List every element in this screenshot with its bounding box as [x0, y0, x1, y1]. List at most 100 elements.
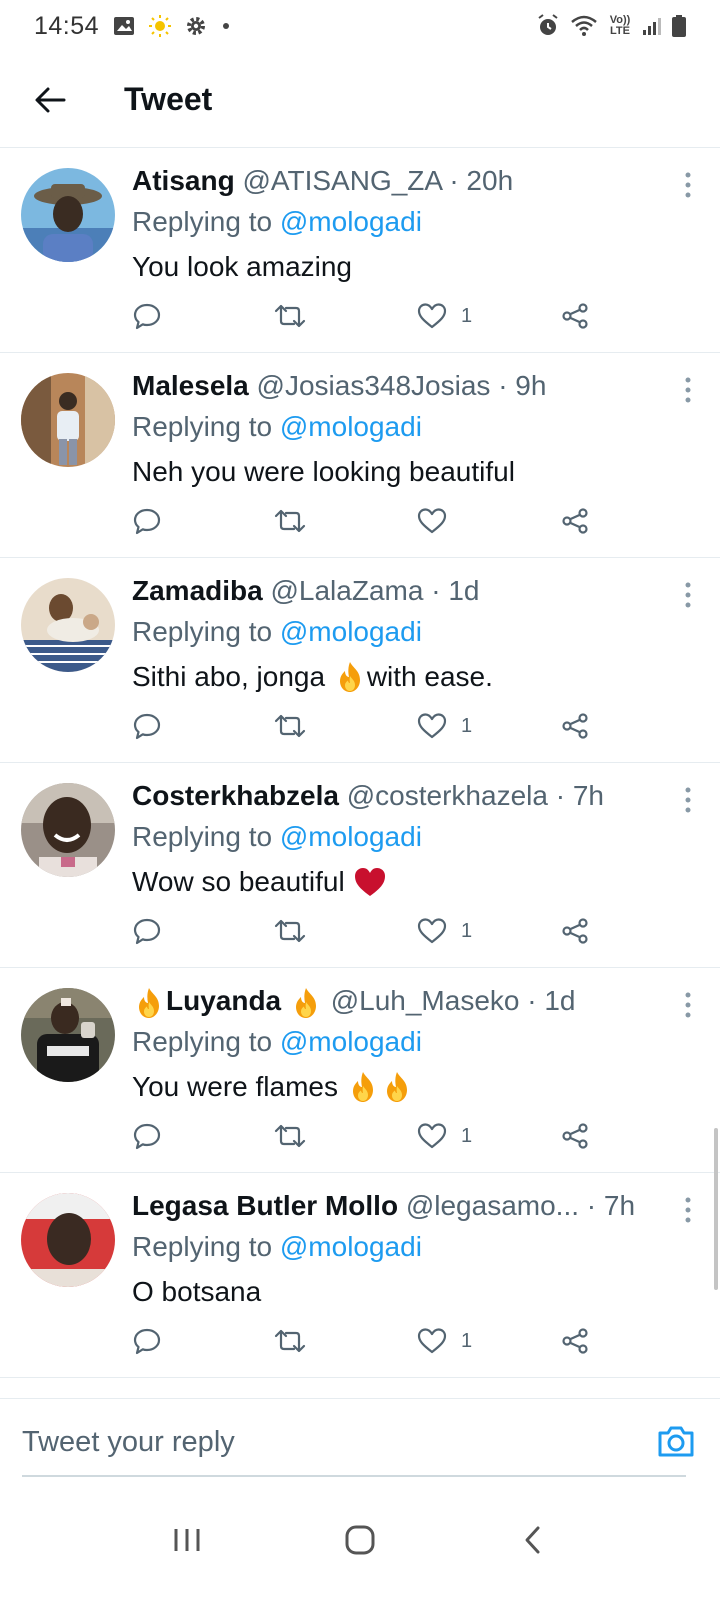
retweet-icon [274, 919, 306, 943]
share-icon [562, 1328, 588, 1354]
mention-link[interactable]: @mologadi [280, 616, 422, 647]
user-handle[interactable]: @legasamo... [406, 1190, 579, 1221]
reply-item[interactable]: Costerkhabzela @costerkhazela · 7h Reply… [0, 763, 720, 968]
mention-link[interactable]: @mologadi [280, 206, 422, 237]
more-options-icon[interactable] [678, 170, 698, 200]
retweet-button[interactable] [273, 913, 307, 949]
reply-input[interactable] [22, 1419, 622, 1465]
replying-to: Replying to @mologadi [132, 610, 680, 654]
comment-icon [133, 508, 161, 535]
user-handle[interactable]: @costerkhazela [347, 780, 548, 811]
share-button[interactable] [560, 1323, 590, 1359]
scrollbar-thumb[interactable] [714, 1128, 718, 1290]
user-name[interactable]: Atisang [132, 165, 235, 196]
reply-body: Malesela @Josias348Josias · 9h Replying … [132, 367, 680, 495]
signal-icon [643, 18, 661, 35]
like-button[interactable]: 1 [417, 913, 472, 949]
avatar[interactable] [21, 168, 115, 262]
reply-item[interactable]: Legasa Butler Mollo @legasamo... · 7h Re… [0, 1173, 720, 1378]
separator: · [555, 780, 566, 811]
retweet-button[interactable] [273, 503, 307, 539]
reply-item[interactable]: Zamadiba @LalaZama · 1d Replying to @mol… [0, 558, 720, 763]
reply-text-content: Wow so beautiful [132, 866, 353, 897]
avatar[interactable] [21, 1193, 115, 1287]
comment-icon [133, 713, 161, 740]
user-name[interactable]: Legasa Butler Mollo [132, 1190, 398, 1221]
replying-label: Replying to [132, 1026, 273, 1057]
like-button[interactable]: 1 [417, 708, 472, 744]
like-button[interactable]: 1 [417, 298, 472, 334]
reply-text: Wow so beautiful [132, 859, 680, 905]
retweet-button[interactable] [273, 298, 307, 334]
retweet-icon [274, 714, 306, 738]
user-name[interactable]: Costerkhabzela [132, 780, 339, 811]
reply-text: You were flames [132, 1064, 680, 1110]
replying-to: Replying to @mologadi [132, 200, 680, 244]
recents-button[interactable] [152, 1505, 222, 1575]
reply-item[interactable]: Atisang @ATISANG_ZA · 20h Replying to @m… [0, 148, 720, 353]
comment-icon [133, 1123, 161, 1150]
user-name[interactable]: Zamadiba [132, 575, 263, 606]
nav-back-button[interactable] [498, 1505, 568, 1575]
user-handle[interactable]: @Josias348Josias [257, 370, 491, 401]
user-name[interactable]: Malesela [132, 370, 249, 401]
reply-button[interactable] [132, 1323, 162, 1359]
mention-link[interactable]: @mologadi [280, 821, 422, 852]
share-button[interactable] [560, 708, 590, 744]
avatar[interactable] [21, 578, 115, 672]
retweet-button[interactable] [273, 1323, 307, 1359]
fire-emoji-icon [295, 987, 316, 1018]
like-button[interactable]: 1 [417, 1118, 472, 1154]
reply-text: Sithi abo, jonga with ease. [132, 654, 680, 700]
user-name[interactable]: Luyanda [166, 985, 281, 1016]
like-button[interactable] [417, 503, 461, 539]
back-button[interactable] [20, 70, 80, 130]
mention-link[interactable]: @mologadi [280, 411, 422, 442]
reply-list: Atisang @ATISANG_ZA · 20h Replying to @m… [0, 148, 720, 1378]
reply-button[interactable] [132, 1118, 162, 1154]
reply-button[interactable] [132, 913, 162, 949]
more-options-icon[interactable] [678, 580, 698, 610]
user-handle[interactable]: @LalaZama [270, 575, 423, 606]
like-button[interactable]: 1 [417, 1323, 472, 1359]
home-button[interactable] [325, 1505, 395, 1575]
fire-emoji-icon [339, 662, 360, 692]
avatar[interactable] [21, 783, 115, 877]
reply-item[interactable]: Luyanda @Luh_Maseko · 1d Replying to @mo… [0, 968, 720, 1173]
avatar[interactable] [21, 988, 115, 1082]
share-icon [562, 303, 588, 329]
share-button[interactable] [560, 1118, 590, 1154]
red-heart-emoji-icon [354, 868, 385, 896]
replying-label: Replying to [132, 411, 273, 442]
retweet-icon [274, 1124, 306, 1148]
user-handle[interactable]: @Luh_Maseko [331, 985, 520, 1016]
avatar[interactable] [21, 373, 115, 467]
more-options-icon[interactable] [678, 785, 698, 815]
retweet-button[interactable] [273, 708, 307, 744]
arrow-left-icon [35, 87, 66, 112]
reply-button[interactable] [132, 708, 162, 744]
share-button[interactable] [560, 503, 590, 539]
retweet-icon [274, 1329, 306, 1353]
mention-link[interactable]: @mologadi [280, 1026, 422, 1057]
reply-text: You look amazing [132, 244, 680, 290]
more-options-icon[interactable] [678, 1195, 698, 1225]
reply-header: Costerkhabzela @costerkhazela · 7h [132, 777, 680, 815]
retweet-button[interactable] [273, 1118, 307, 1154]
reply-button[interactable] [132, 298, 162, 334]
volte-icon: Vo)) LTE [609, 14, 631, 37]
more-options-icon[interactable] [678, 375, 698, 405]
reply-body: Atisang @ATISANG_ZA · 20h Replying to @m… [132, 162, 680, 290]
mention-link[interactable]: @mologadi [280, 1231, 422, 1262]
reply-button[interactable] [132, 503, 162, 539]
share-button[interactable] [560, 298, 590, 334]
reply-body: Luyanda @Luh_Maseko · 1d Replying to @mo… [132, 982, 680, 1110]
more-options-icon[interactable] [678, 990, 698, 1020]
reply-body: Legasa Butler Mollo @legasamo... · 7h Re… [132, 1187, 680, 1315]
share-button[interactable] [560, 913, 590, 949]
reply-time: 1d [544, 985, 576, 1016]
replying-to: Replying to @mologadi [132, 1020, 680, 1064]
user-handle[interactable]: @ATISANG_ZA [242, 165, 441, 196]
reply-item[interactable]: Malesela @Josias348Josias · 9h Replying … [0, 353, 720, 558]
camera-icon[interactable] [656, 1423, 696, 1459]
